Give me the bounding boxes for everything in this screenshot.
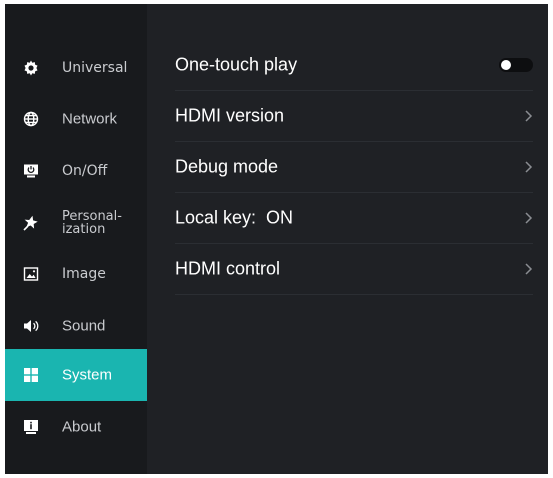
sidebar-item-label: About [62, 418, 102, 436]
settings-panel: One-touch play HDMI version Debug mode L… [147, 4, 548, 474]
setting-label: Local key: ON [175, 207, 294, 228]
system-grid-icon [23, 367, 39, 383]
sidebar-item-system[interactable]: System [5, 349, 147, 401]
settings-window: Universal Network On/Off Personal- izati… [5, 4, 548, 474]
sidebar-item-label: System [62, 366, 113, 384]
sidebar-item-on-off[interactable]: On/Off [5, 145, 147, 197]
setting-label: Debug mode [175, 156, 279, 177]
one-touch-play-toggle[interactable] [499, 58, 533, 72]
setting-label: HDMI version [175, 105, 285, 126]
speaker-icon [23, 318, 39, 334]
chevron-right-icon [523, 262, 533, 276]
chevron-right-icon [523, 109, 533, 123]
gear-icon [23, 60, 39, 76]
sidebar-item-label: On/Off [62, 163, 108, 179]
setting-one-touch-play[interactable]: One-touch play [175, 40, 533, 91]
setting-label: HDMI control [175, 258, 281, 279]
info-monitor-icon [23, 419, 39, 435]
chevron-right-icon [523, 160, 533, 174]
sidebar-item-label: Sound [62, 317, 106, 335]
setting-hdmi-version[interactable]: HDMI version [175, 91, 533, 142]
sidebar-item-universal[interactable]: Universal [5, 42, 147, 94]
sidebar-item-label-line2: ization [62, 222, 106, 237]
chevron-right-icon [523, 211, 533, 225]
sidebar-item-about[interactable]: About [5, 401, 147, 453]
star-icon [23, 215, 39, 231]
sidebar-item-network[interactable]: Network [5, 93, 147, 145]
power-monitor-icon [23, 163, 39, 179]
sidebar-item-label: Universal [62, 60, 128, 76]
toggle-knob [501, 60, 511, 70]
sidebar-item-label: Image [62, 266, 106, 282]
sidebar-item-personalization[interactable]: Personal- ization [5, 197, 147, 249]
sidebar-item-image[interactable]: Image [5, 248, 147, 300]
setting-label: One-touch play [175, 54, 298, 75]
image-icon [23, 266, 39, 282]
setting-local-key[interactable]: Local key: ON [175, 193, 533, 244]
globe-icon [23, 111, 39, 127]
sidebar-item-label: Network [62, 110, 118, 128]
setting-debug-mode[interactable]: Debug mode [175, 142, 533, 193]
sidebar: Universal Network On/Off Personal- izati… [5, 4, 147, 474]
setting-hdmi-control[interactable]: HDMI control [175, 244, 533, 295]
sidebar-item-sound[interactable]: Sound [5, 300, 147, 352]
sidebar-item-label: Personal- ization [62, 210, 122, 236]
